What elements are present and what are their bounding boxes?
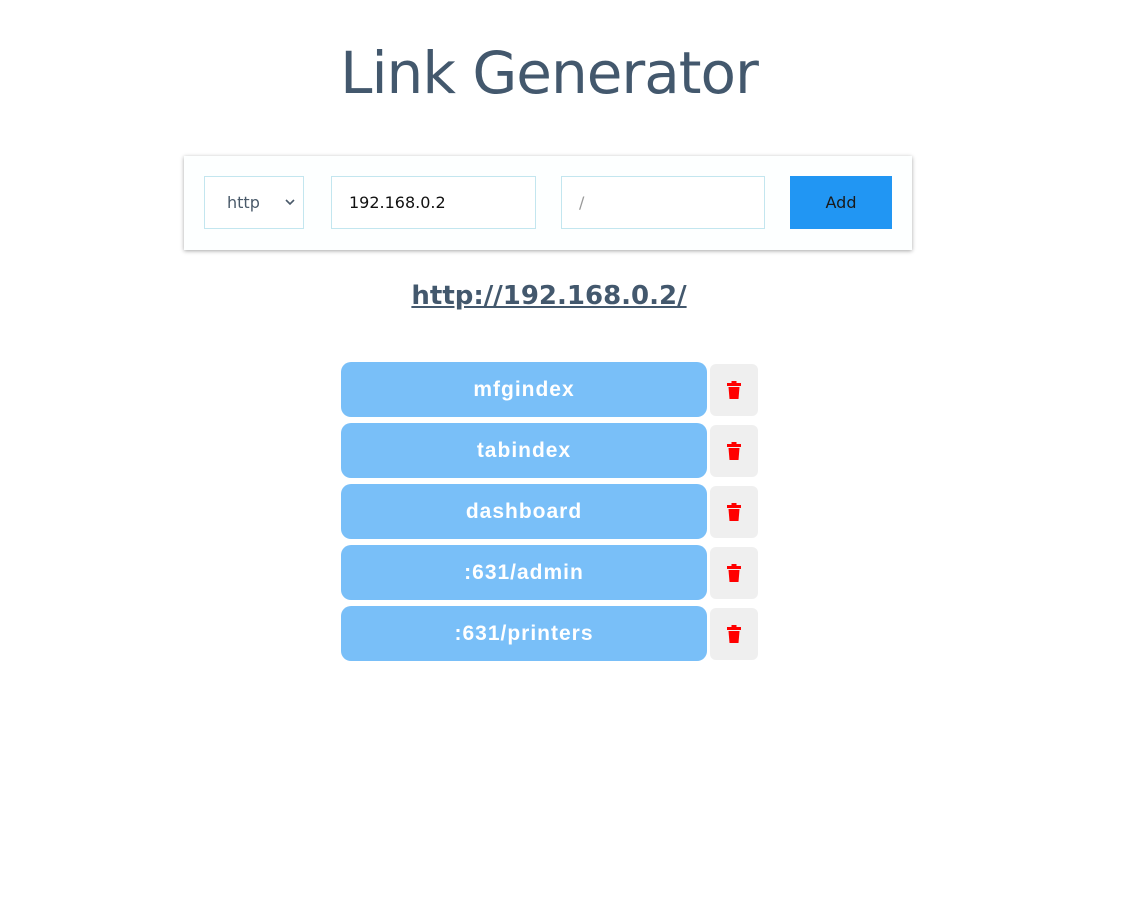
- delete-button[interactable]: [710, 486, 758, 538]
- path-input[interactable]: [561, 176, 765, 229]
- delete-button[interactable]: [710, 547, 758, 599]
- host-input[interactable]: [331, 176, 536, 229]
- saved-link-button[interactable]: :631/printers: [341, 606, 707, 661]
- list-item: :631/printers: [341, 606, 761, 661]
- delete-button[interactable]: [710, 425, 758, 477]
- page-title: Link Generator: [340, 39, 759, 107]
- list-item: tabindex: [341, 423, 761, 478]
- link-form: http Add: [184, 156, 912, 250]
- saved-links-list: mfgindex tabindex dashboard:631/admin:…: [341, 362, 761, 667]
- saved-link-button[interactable]: :631/admin: [341, 545, 707, 600]
- protocol-selected-value: http: [227, 193, 260, 212]
- delete-button[interactable]: [710, 364, 758, 416]
- list-item: dashboard: [341, 484, 761, 539]
- add-button[interactable]: Add: [790, 176, 892, 229]
- saved-link-button[interactable]: dashboard: [341, 484, 707, 539]
- saved-link-button[interactable]: mfgindex: [341, 362, 707, 417]
- list-item: mfgindex: [341, 362, 761, 417]
- generated-link[interactable]: http://192.168.0.2/: [0, 278, 1098, 314]
- trash-icon: [727, 381, 741, 399]
- trash-icon: [727, 503, 741, 521]
- trash-icon: [727, 564, 741, 582]
- delete-button[interactable]: [710, 608, 758, 660]
- list-item: :631/admin: [341, 545, 761, 600]
- trash-icon: [727, 442, 741, 460]
- protocol-select[interactable]: http: [204, 176, 304, 229]
- saved-link-button[interactable]: tabindex: [341, 423, 707, 478]
- trash-icon: [727, 625, 741, 643]
- chevron-down-icon: [285, 199, 295, 206]
